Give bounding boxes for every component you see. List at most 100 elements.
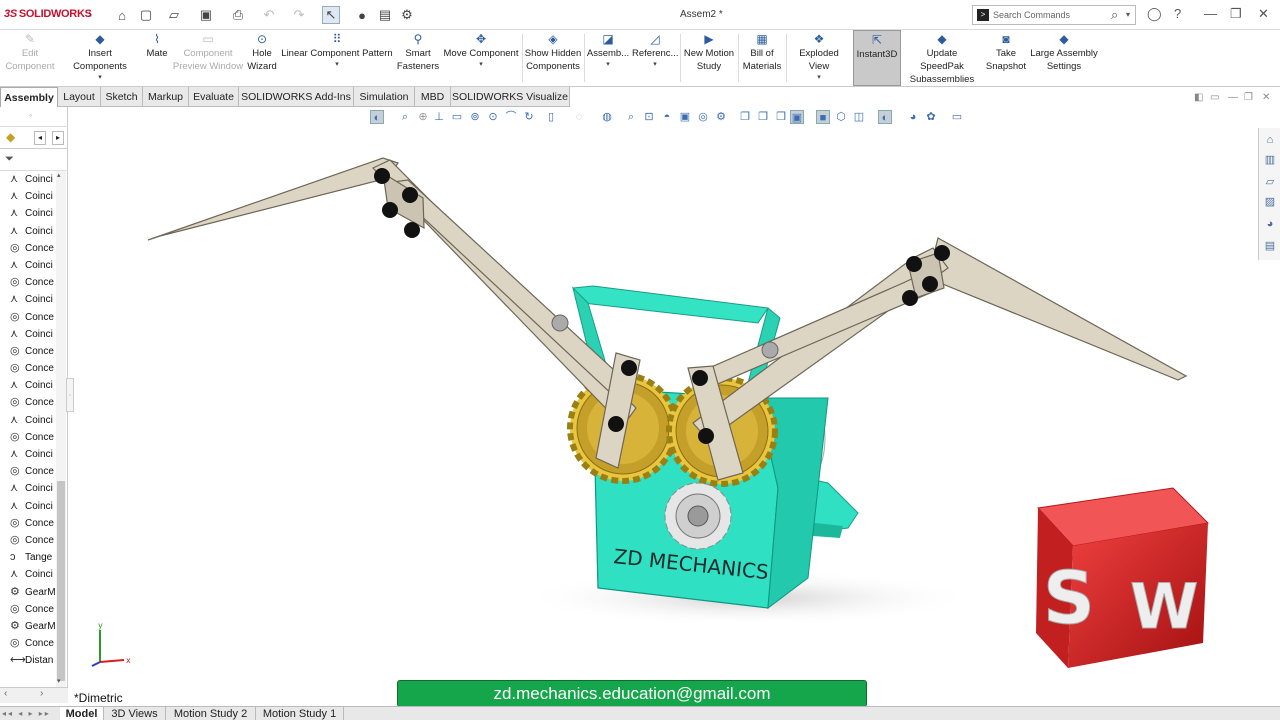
large-assembly-settings-button[interactable]: ◆ Large Assembly Settings [1030,30,1098,86]
minimize-icon[interactable]: — [1204,6,1217,21]
tree-item-mate[interactable]: ⚙ GearM [0,618,58,635]
tree-item-mate[interactable]: ⋏ Coinci [0,291,58,308]
tab-solidworks-add-ins[interactable]: SOLIDWORKS Add-Ins [239,87,354,107]
chevron-down-icon[interactable]: ▾ [280,60,394,69]
hide-show-icon[interactable]: ◌ [572,110,586,124]
tab-evaluate[interactable]: Evaluate [189,87,239,107]
tree-item-mate[interactable]: ⋏ Coinci [0,377,58,394]
tree-item-mate[interactable]: ⋏ Coinci [0,171,58,188]
filter-selection-icon[interactable]: ◐ [370,110,384,124]
previous-view-icon[interactable]: ◓ [660,110,674,124]
tree-item-mate[interactable]: ⋏ Coinci [0,498,58,515]
tree-item-mate[interactable]: ⋏ Coinci [0,326,58,343]
scroll-thumb[interactable] [57,481,65,681]
scroll-left-icon[interactable]: ◂ [34,131,46,145]
scene-icon[interactable]: ✿ [924,110,938,124]
tree-item-mate[interactable]: ⋏ Coinci [0,480,58,497]
appearance-icon[interactable]: ◕ [906,110,920,124]
roll-view-icon[interactable]: ↻ [522,110,536,124]
design-library-icon[interactable]: ▥ [1262,152,1278,168]
reference-geometry-button[interactable]: ◿ Referenc... ▾ [632,30,678,86]
dynamic-annotation-icon[interactable]: ⊚ [468,110,482,124]
smart-fasteners-button[interactable]: ⚲ Smart Fasteners [396,30,440,86]
tab-mbd[interactable]: MBD [415,87,451,107]
tree-item-mate[interactable]: ◎ Conce [0,274,58,291]
tree-item-mate[interactable]: ⋏ Coinci [0,223,58,240]
custom-properties-icon[interactable]: ▤ [1262,238,1278,254]
tree-item-mate[interactable]: ⟷ Distan [0,652,58,669]
section-view-icon[interactable]: ▭ [450,110,464,124]
save-icon[interactable]: ▣ [198,6,214,24]
close-icon[interactable]: ✕ [1258,6,1269,22]
tab-layout[interactable]: Layout [58,87,101,107]
doc-minimize2-icon[interactable]: — [1228,92,1238,103]
iso-view-icon[interactable]: ⬡ [834,110,848,124]
chevron-down-icon[interactable]: ▾ [1126,10,1130,19]
panel-collapse-bar[interactable]: ◦ [0,107,68,127]
chevron-down-icon[interactable]: ▾ [442,60,520,69]
new-document-icon[interactable]: ▢ [138,6,154,24]
tree-item-mate[interactable]: ◎ Conce [0,309,58,326]
file-explorer-icon[interactable]: ▱ [1262,174,1278,190]
feature-manager-tab-icon[interactable]: ◆ [6,130,22,146]
new-motion-study-button[interactable]: ▶ New Motion Study [682,30,736,86]
home-icon[interactable]: ⌂ [114,6,130,24]
scroll-right-icon[interactable]: › [40,688,43,699]
chevron-down-icon[interactable]: ▾ [586,60,630,69]
zoom-icon[interactable]: ⌕ [624,110,638,124]
tree-vertical-scrollbar[interactable]: ▴ ▾ [56,171,66,691]
chevron-down-icon[interactable]: ▾ [60,73,140,82]
tree-item-mate[interactable]: ◎ Conce [0,429,58,446]
appearances-icon[interactable]: ◕ [1262,216,1278,232]
display-style-icon[interactable]: ▯ [544,110,558,124]
tree-item-mate[interactable]: ◎ Conce [0,635,58,652]
exploded-view-button[interactable]: ❖ Exploded View ▾ [788,30,850,86]
graphics-area[interactable]: ZD MECHANICS S W [68,128,1258,703]
component-preview-window-button[interactable]: ▭ Component Preview Window [172,30,244,86]
home-icon[interactable]: ⌂ [1262,132,1278,148]
tab-sketch[interactable]: Sketch [101,87,143,107]
chevron-down-icon[interactable]: ▾ [632,60,678,69]
redo-icon[interactable]: ↷ [292,6,306,24]
edit-appearance-icon[interactable]: ◍ [600,110,614,124]
rebuild-traffic-light-icon[interactable]: ● [356,6,368,24]
tab-3d-views[interactable]: 3D Views [104,707,166,720]
tab-markup[interactable]: Markup [143,87,189,107]
linear-component-pattern-button[interactable]: ⠿ Linear Component Pattern ▾ [280,30,394,86]
monitor-icon[interactable]: ▭ [950,110,964,124]
chevron-down-icon[interactable]: ▾ [788,73,850,82]
collapse-dot-icon[interactable]: ◦ [29,110,32,120]
shaded-edges-icon[interactable]: ▣ [790,110,804,124]
scroll-left-icon[interactable]: ‹ [4,688,7,699]
doc-restore-icon[interactable]: ❐ [1244,92,1253,103]
bill-of-materials-button[interactable]: ▦ Bill of Materials [740,30,784,86]
insert-components-button[interactable]: ◆ Insert Components ▾ [60,30,140,86]
edit-component-button[interactable]: ✎ Edit Component [2,30,58,86]
doc-minimize-icon[interactable]: ▭ [1210,92,1219,103]
instant3d-button[interactable]: ⇱ Instant3D [853,30,901,86]
tab-model[interactable]: Model [60,707,104,720]
options-gear-icon[interactable]: ⚙ [400,6,414,24]
view-palette-icon[interactable]: ▨ [1262,194,1278,210]
shaded-icon[interactable]: ■ [816,110,830,124]
help-icon[interactable]: ? [1174,6,1181,21]
view-settings-icon[interactable]: ⚙ [714,110,728,124]
take-snapshot-button[interactable]: ◙ Take Snapshot [983,30,1029,86]
rotate-icon[interactable]: ⊥ [432,110,446,124]
scroll-right-icon[interactable]: ▸ [52,131,64,145]
menu-flyout-icon[interactable]: › [88,8,92,20]
select-pointer-icon[interactable]: ↖ [322,6,340,24]
tab-motion-study-2[interactable]: Motion Study 2 [166,707,256,720]
tree-item-mate[interactable]: ◎ Conce [0,360,58,377]
tree-item-mate[interactable]: ⚙ GearM [0,584,58,601]
zoom-to-area-icon[interactable]: ⊕ [416,110,430,124]
restore-icon[interactable]: ❐ [1230,6,1242,22]
show-hidden-components-button[interactable]: ◈ Show Hidden Components [524,30,582,86]
tab-assembly[interactable]: Assembly [0,87,58,107]
tree-item-mate[interactable]: ⋏ Coinci [0,257,58,274]
zoom-area-icon[interactable]: ⊡ [642,110,656,124]
zoom-to-fit-icon[interactable]: ⌕ [398,110,412,124]
doc-close-icon[interactable]: ✕ [1262,92,1270,103]
tree-item-mate[interactable]: ◎ Conce [0,343,58,360]
apply-scene-icon[interactable]: ◎ [696,110,710,124]
